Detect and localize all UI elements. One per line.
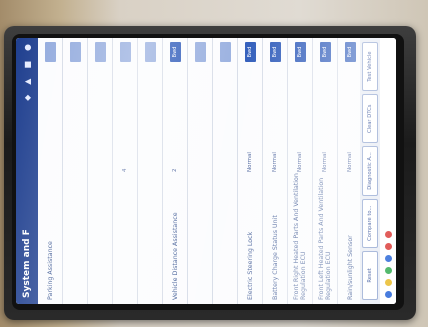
bottom-action-button[interactable]: Diagnostic A... [362,146,378,196]
ecu-row[interactable] [88,38,113,304]
ecu-row-status: Normal [247,152,253,172]
ecu-row-label: Front Left Heated Parts And Ventilation … [318,177,332,300]
ecu-row[interactable]: Electric Steering Lock Normal Bwd [238,38,263,304]
ecu-row-action-button[interactable]: Bwd [169,42,181,62]
ecu-row[interactable]: Vehicle Distance Assistance 2 Bwd [163,38,188,304]
ecu-row-status: Normal [297,152,303,172]
ecu-row[interactable]: Front Left Heated Parts And Ventilation … [313,38,338,304]
ecu-row-action-button[interactable] [94,42,106,62]
ecu-row-action-button[interactable]: Bwd [344,42,356,62]
clock-icon: ● [22,44,32,51]
ecu-row-label: Battery Charge Status Unit [271,215,279,300]
ecu-row-action-button[interactable] [219,42,231,62]
battery-icon: ■ [22,60,32,69]
tablet-screen: System and F ◆ ▲ ■ ● Parking Assistance 4… [16,38,396,304]
ecu-row-status: Normal [322,152,328,172]
app-shortcut-icon[interactable] [384,243,392,250]
ecu-row-action-button[interactable]: Bwd [294,42,306,62]
ecu-row-status: 4 [122,168,128,173]
ecu-row[interactable]: Front Right Heated Parts And Ventilation… [288,38,313,304]
ecu-row[interactable] [138,38,163,304]
ecu-row-action-button[interactable] [119,42,131,62]
app-shortcut-icon[interactable] [384,291,392,298]
diagnostic-app: System and F ◆ ▲ ■ ● Parking Assistance 4… [16,38,396,304]
bottom-action-button[interactable]: Reset [362,250,378,300]
signal-icon: ▲ [22,78,32,85]
bottom-action-button[interactable]: Test Vehicle [362,41,378,92]
android-nav-bar [380,38,396,304]
ecu-row-label: Front Right Heated Parts And Ventilation… [293,173,307,300]
ecu-row[interactable] [188,38,213,304]
ecu-row-label: Vehicle Distance Assistance [171,212,179,300]
app-shortcut-icon[interactable] [384,231,392,238]
ecu-row-action-button[interactable] [69,42,81,62]
ecu-row-action-button[interactable] [144,42,156,62]
app-shortcut-icon[interactable] [384,279,392,286]
ecu-row[interactable] [213,38,238,304]
ecu-row-status: Normal [272,152,278,172]
ecu-row[interactable] [63,38,88,304]
ecu-row-action-button[interactable] [194,42,206,62]
bottom-action-button[interactable]: Compare to... [362,198,378,248]
ecu-row-status: Normal [347,152,353,172]
ecu-row-status: 2 [172,168,178,173]
ecu-row-action-button[interactable]: Bwd [319,42,331,62]
ecu-row-label: Electric Steering Lock [246,231,254,300]
ecu-row[interactable]: Battery Charge Status Unit Normal Bwd [263,38,288,304]
app-title: System and F [22,229,32,298]
ecu-row-label: Rain/sunlight Sensor [346,235,354,300]
ecu-list: Parking Assistance 4 Vehicle Distance Assi… [38,38,396,304]
ecu-row-action-button[interactable] [44,42,56,62]
app-shortcut-icon[interactable] [384,267,392,274]
ecu-row-label: Parking Assistance [46,241,54,300]
app-bar: System and F ◆ ▲ ■ ● [16,38,38,304]
ecu-row[interactable]: Parking Assistance [38,38,63,304]
bottom-action-button[interactable]: Clear DTCs [362,94,378,144]
wifi-icon: ◆ [22,94,32,101]
bottom-action-bar: Reset Compare to... Diagnostic A... Clear D… [360,38,380,304]
ecu-row-action-button[interactable]: Bwd [244,42,256,62]
ecu-row-action-button[interactable]: Bwd [269,42,281,62]
app-shortcut-icon[interactable] [384,255,392,262]
ecu-row[interactable]: 4 [113,38,138,304]
